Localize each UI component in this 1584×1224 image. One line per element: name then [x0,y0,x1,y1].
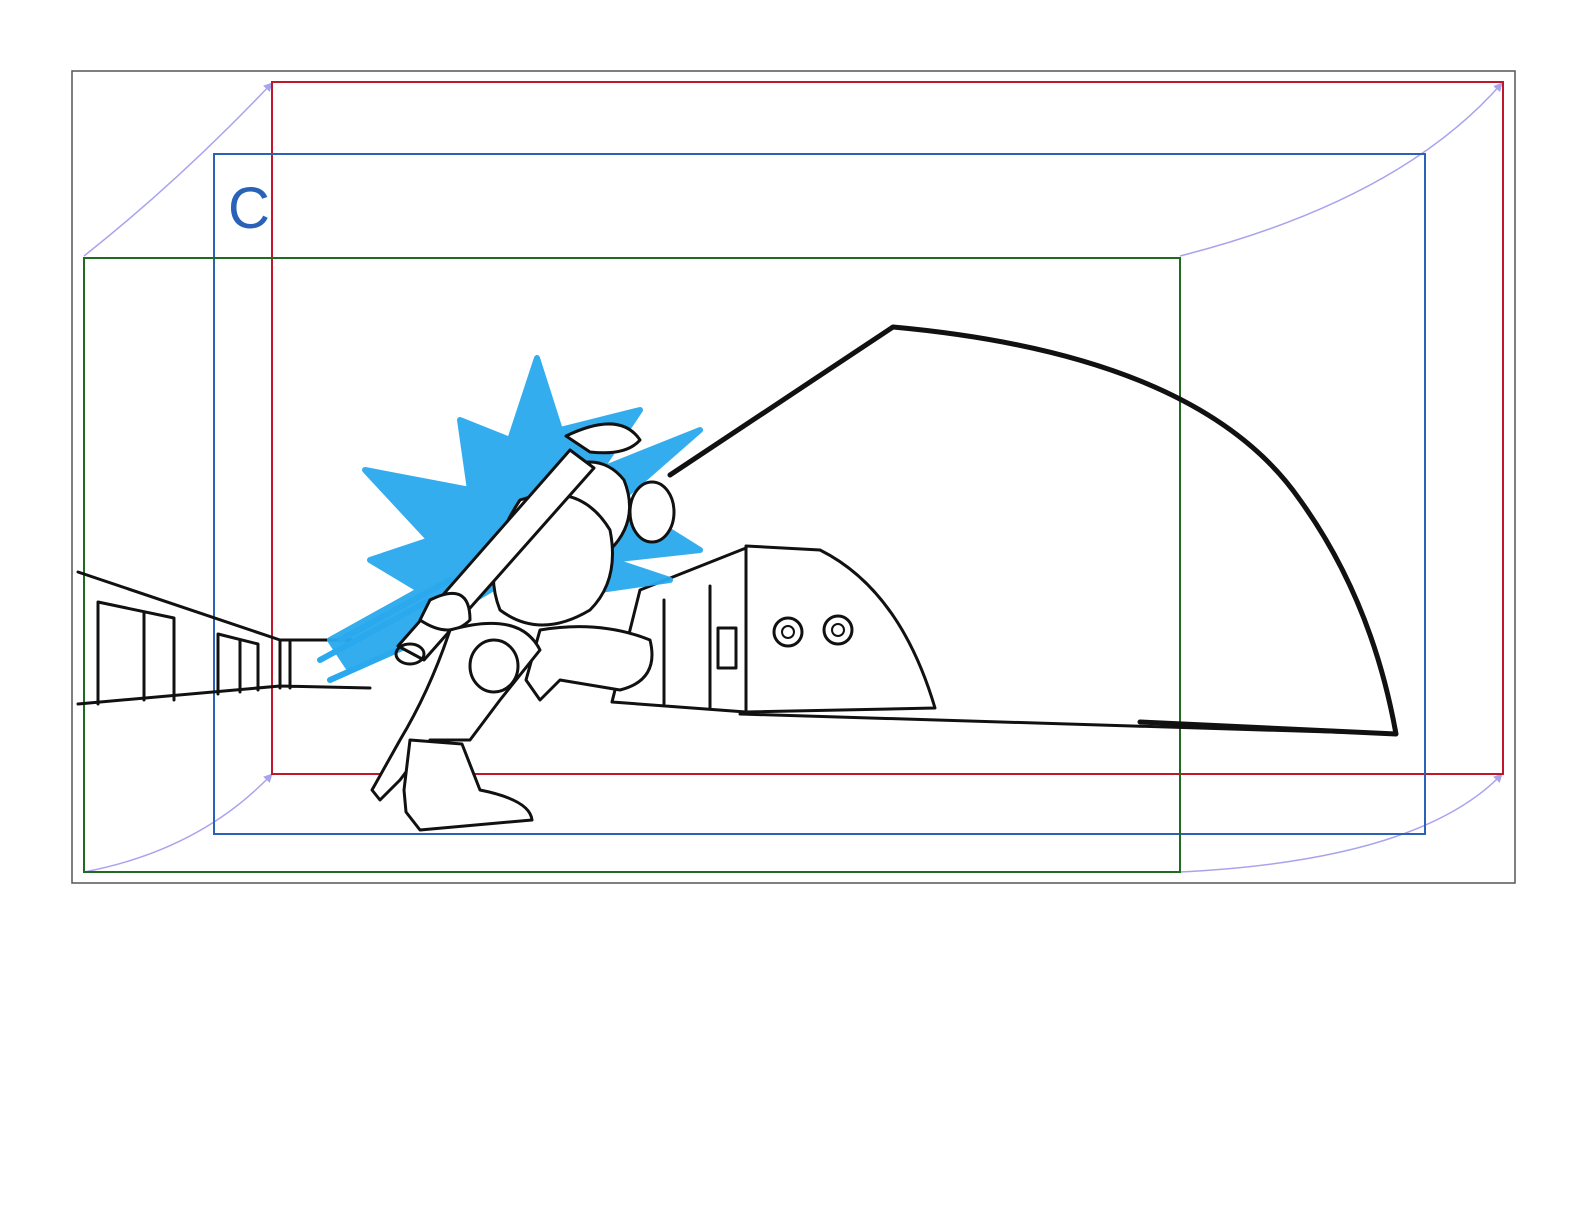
guide-bottom-left [83,773,273,873]
porthole-1-inner [781,625,795,639]
camera-move-guides [83,82,1503,873]
ground-line [738,712,1398,736]
porthole-2-inner [831,623,845,637]
porthole-1 [772,616,804,648]
guide-top-right [1179,82,1503,257]
large-dome [667,324,1399,737]
door-panel [716,626,738,670]
boot [402,738,534,832]
porthole-2 [822,614,854,646]
guide-bottom-right [1179,773,1503,873]
background-sketch [76,324,1399,737]
left-corridor [76,570,372,706]
panel-border [71,70,1516,884]
shoulder-pad [628,480,676,544]
panel-label: C [228,176,270,241]
storyboard-canvas: C [71,70,1516,884]
back-leg [524,625,654,702]
